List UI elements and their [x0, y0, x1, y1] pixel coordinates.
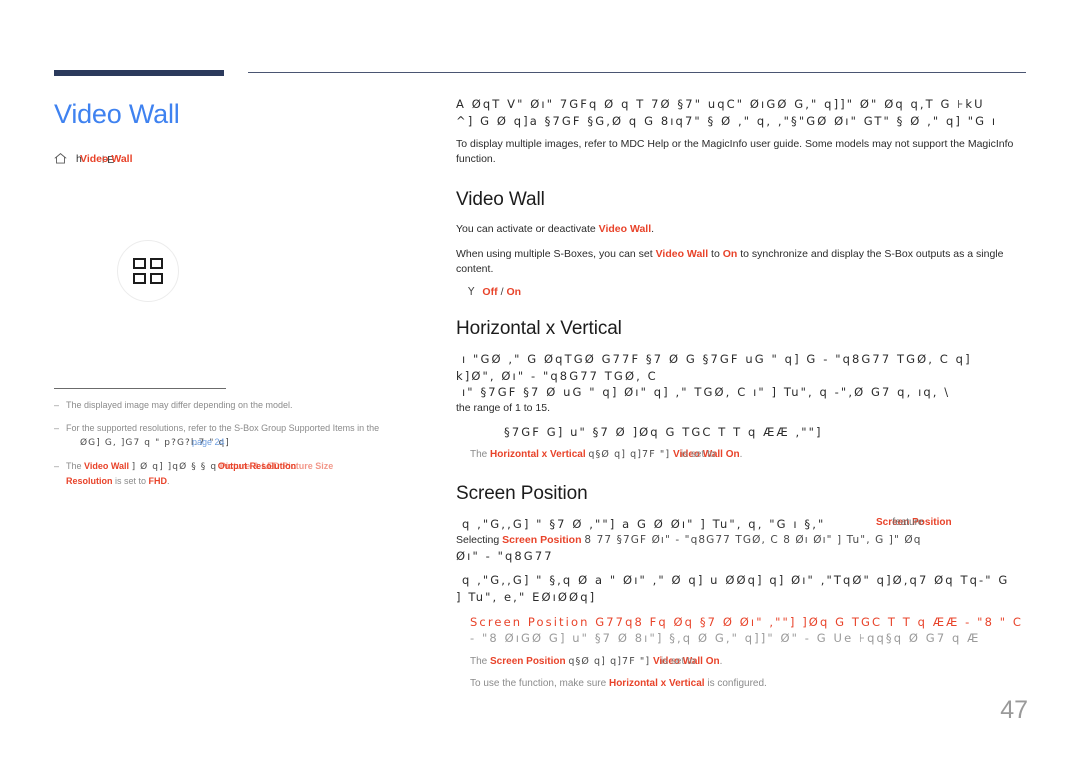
- section-heading-screen-position: Screen Position: [456, 482, 588, 504]
- hxv-garbled-line-3: ı" §7GF §7 Ø uG " q] Øı" q] ," TGØ, C ı"…: [462, 385, 951, 400]
- para-pre: When using multiple S-Boxes, you can set: [456, 248, 656, 261]
- note-term-video-wall: Video Wall: [84, 460, 130, 471]
- option-bullet-icon: Y: [468, 285, 475, 298]
- left-column: Video Wall h Video Wall ⊦E – The display…: [54, 96, 426, 486]
- term-video-wall: Video Wall: [598, 223, 652, 236]
- term-on: On: [722, 248, 738, 261]
- hxv-subnote: The Horizontal x Vertical q§Ø q] q]7F "]…: [456, 448, 1080, 463]
- subnote-post: .: [719, 655, 723, 667]
- notes-divider: [54, 388, 226, 389]
- option-row-video-wall: Y Off / On: [456, 286, 1080, 298]
- sp-subnote: The Screen Position q§Ø q] q]7F "] Video…: [456, 655, 1080, 670]
- note-term-output-resolution: Resolution: [66, 475, 113, 486]
- term-on: On: [725, 449, 740, 461]
- section-heading-horizontal-x-vertical: Horizontal x Vertical: [456, 317, 622, 339]
- hxv-garbled-line-2: k]Ø", Øı" - "q8G77 TGØ, C: [456, 368, 658, 383]
- note-overlay-wrap: Picture & LED Picture Size Output Resolu…: [217, 460, 334, 474]
- sp-garbled-row-1: q ,"G,,G] " §7 Ø ,""] a G Ø Øı" ] Tu", q…: [456, 516, 1080, 533]
- note-dash: –: [54, 460, 60, 471]
- note-term-fhd: FHD: [148, 475, 168, 486]
- term-screen-position: Screen Position: [490, 655, 566, 667]
- note-text: For the supported resolutions, refer to …: [66, 422, 380, 433]
- sp-final-note: To use the function, make sure Horizonta…: [456, 677, 1080, 692]
- manual-page: Video Wall h Video Wall ⊦E – The display…: [0, 0, 1080, 763]
- page-title: Video Wall: [54, 99, 180, 129]
- para-mid: to: [708, 248, 723, 261]
- note-text: The displayed image may differ depending…: [66, 400, 293, 410]
- subnote-post: .: [739, 449, 743, 461]
- note-tail: is set to: [115, 475, 147, 486]
- note-item: – The Video Wall ] Ø q] ]qØ § § q Pictur…: [54, 460, 426, 489]
- sp-line-2: Selecting Screen Position 8 77 §7GF Øı" …: [456, 533, 1080, 548]
- sp-line2-pre: Selecting: [456, 533, 503, 546]
- para-post: .: [651, 223, 655, 236]
- option-off[interactable]: Off: [482, 286, 497, 298]
- subnote-pre: The: [470, 449, 491, 461]
- sidebar-notes: – The displayed image may differ dependi…: [54, 388, 426, 498]
- term-horizontal-x-vertical: Horizontal x Vertical: [490, 449, 586, 461]
- subnote-garbled: q§Ø q] q]7F "]: [588, 449, 671, 461]
- final-note-post: is configured.: [704, 678, 767, 690]
- hxv-garbled-indent: §7GF G] u" §7 Ø ]Øq G TGC T T q ÆÆ ,""]: [504, 424, 823, 439]
- note-garbled-wrap: ØG] G, ]G7 q " p?G?l.7 " q] page 24: [66, 436, 230, 451]
- option-separator: /: [500, 285, 504, 298]
- intro-paragraph: To display multiple images, refer to MDC…: [456, 138, 1014, 166]
- para-pre: You can activate or deactivate: [456, 223, 599, 236]
- note-term-output-resolution-lead: Output Resolution: [217, 460, 297, 471]
- hxv-range-text: the range of 1 to 15.: [456, 401, 550, 414]
- term-video-wall: Video Wall: [655, 248, 709, 261]
- subnote-overlay-wrap: Video Wall is set to: [673, 448, 723, 463]
- right-column: A ØqT V" Øı" 7GFq Ø q T 7Ø §7" uqC" ØıGØ…: [456, 96, 1080, 692]
- sp-garbled-red-2: - "8 ØıGØ G] u" §7 Ø 8ı"] §,q Ø G," q]]"…: [470, 631, 981, 646]
- header-rule-thick: [54, 70, 224, 76]
- term-horizontal-x-vertical: Horizontal x Vertical: [608, 678, 705, 690]
- sp-garbled-line-1: q ,"G,,G] " §7 Ø ,""] a G Ø Øı" ] Tu", q…: [462, 516, 826, 531]
- sp-garbled-line-3: q ,"G,,G] " §,q Ø a " Øı" ," Ø q] u ØØq]…: [462, 573, 1010, 588]
- sp-garbled-line-4: ] Tu", e," EØıØØq]: [456, 589, 597, 604]
- grid-icon-shape: [133, 258, 163, 284]
- home-icon[interactable]: [54, 152, 67, 168]
- section-paragraph: You can activate or deactivate Video Wal…: [456, 222, 1080, 237]
- subnote-garbled: q§Ø q] q]7F "]: [568, 655, 651, 667]
- sp-overlay-ghost: feature: [892, 516, 924, 528]
- final-note-pre: To use the function, make sure: [470, 678, 609, 690]
- note-lead: The: [66, 460, 82, 471]
- option-on[interactable]: On: [507, 286, 522, 298]
- breadcrumb: h Video Wall ⊦E: [54, 152, 133, 168]
- intro-garbled-line-2: ^] G Ø q]a §7GF §G,Ø q G 8ıq7" § Ø ," q,…: [456, 113, 998, 128]
- subnote-tail: is set to: [660, 655, 696, 667]
- note-item: – For the supported resolutions, refer t…: [54, 422, 426, 451]
- note-body: For the supported resolutions, refer to …: [66, 422, 426, 451]
- sp-overlay-terms: Screen Position feature: [876, 516, 952, 528]
- section-heading-video-wall: Video Wall: [456, 189, 545, 211]
- term-screen-position: Screen Position: [502, 533, 582, 546]
- section-paragraph: When using multiple S-Boxes, you can set…: [456, 247, 1030, 277]
- intro-garbled-line-1: A ØqT V" Øı" 7GFq Ø q T 7Ø §7" uqC" ØıGØ…: [456, 97, 985, 111]
- note-item: – The displayed image may differ dependi…: [54, 399, 426, 413]
- video-wall-grid-icon: [117, 240, 179, 302]
- sp-garbled-red-1: Screen Position G77q8 Fq Øq §7 Ø Øı" ,""…: [470, 614, 1024, 629]
- header-rule-thin: [248, 72, 1026, 73]
- subnote-pre: The: [470, 655, 491, 667]
- hxv-garbled-line-1: ı "GØ ," G ØqTGØ G77F §7 Ø G §7GF uG " q…: [462, 351, 972, 366]
- note-body: The Video Wall ] Ø q] ]qØ § § q Picture …: [66, 460, 426, 489]
- term-on: On: [705, 655, 720, 667]
- note-dash: –: [54, 400, 60, 410]
- sp-line2-garbled: 8 77 §7GF Øı" - "q8G77 TGØ, C 8 Øı Øı" ]…: [584, 533, 922, 546]
- breadcrumb-item-video-wall[interactable]: Video Wall: [80, 153, 133, 165]
- note-period: .: [167, 475, 170, 486]
- note-dash: –: [54, 422, 60, 433]
- page-number: 47: [1000, 696, 1028, 724]
- note-link-page-24[interactable]: page 24: [192, 436, 225, 450]
- subnote-overlay-wrap: Video Wall is set to: [653, 655, 703, 670]
- sp-garbled-line-2: Øı" - "q8G77: [456, 548, 554, 563]
- subnote-tail: is set to: [680, 449, 716, 461]
- breadcrumb-current-wrap[interactable]: h Video Wall: [76, 153, 133, 167]
- note-garbled-mid: ] Ø q] ]qØ § § q: [131, 461, 218, 472]
